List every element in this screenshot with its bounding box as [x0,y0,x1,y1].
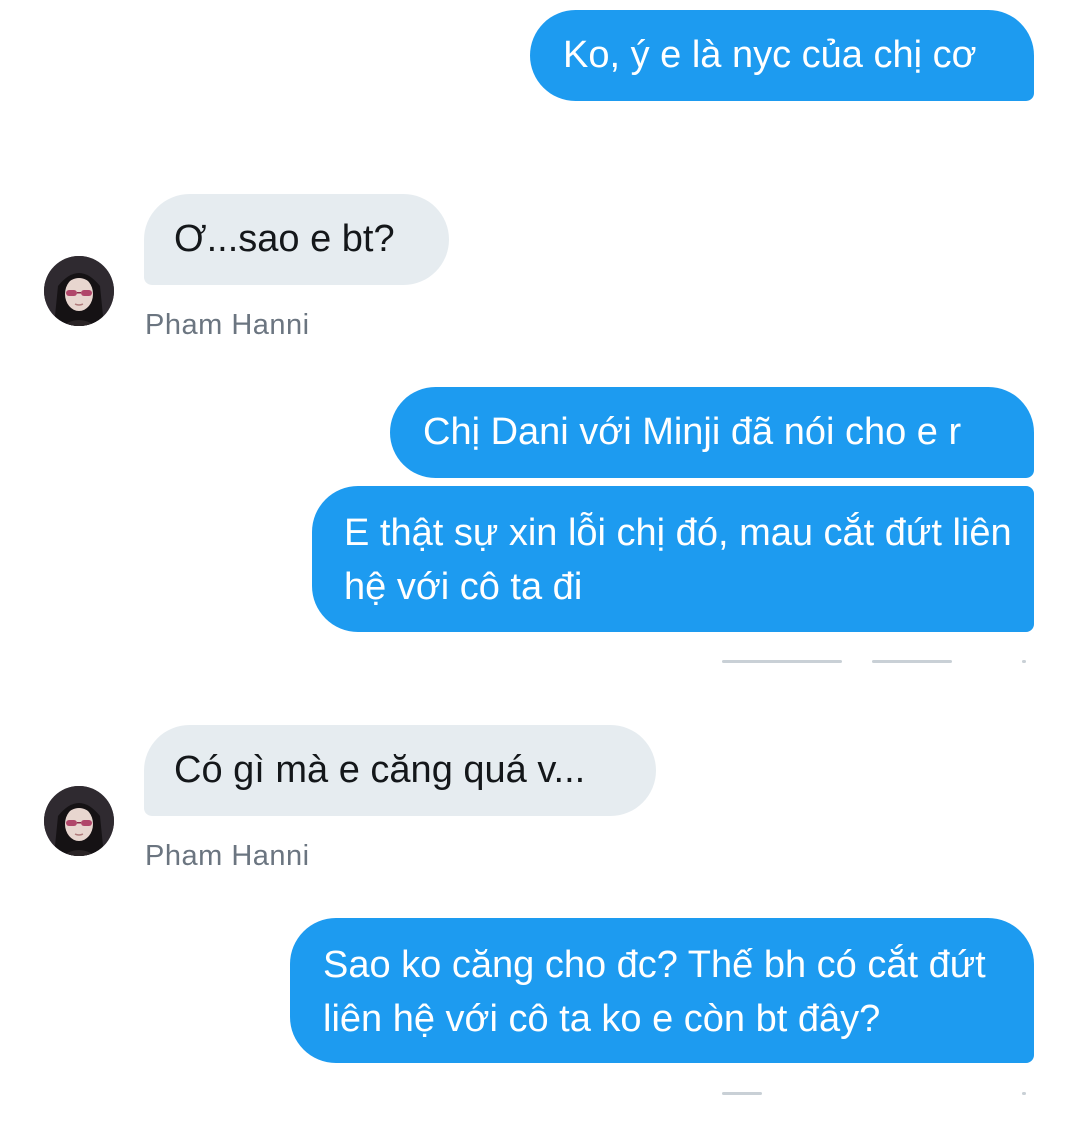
message-text: Ơ...sao e bt? [174,218,395,260]
sender-avatar[interactable] [44,256,114,326]
message-text: E thật sự xin lỗi chị đó, mau cắt đứt li… [344,512,1012,608]
message-text: Chị Dani với Minji đã nói cho e r [423,411,962,453]
sender-avatar[interactable] [44,786,114,856]
message-text: Ko, ý e là nyc của chị cơ [563,34,977,76]
avatar-photo-icon [44,786,114,856]
message-bubble-outgoing[interactable]: Sao ko căng cho đc? Thế bh có cắt đứt li… [290,918,1034,1063]
message-bubble-outgoing[interactable]: E thật sự xin lỗi chị đó, mau cắt đứt li… [312,486,1034,632]
message-text: Có gì mà e căng quá v... [174,749,586,791]
message-bubble-outgoing[interactable]: Ko, ý e là nyc của chị cơ [530,10,1034,101]
message-timestamp-faded [722,660,1032,666]
message-bubble-outgoing[interactable]: Chị Dani với Minji đã nói cho e r [390,387,1034,478]
sender-name: Pham Hanni [145,840,310,872]
message-text: Sao ko căng cho đc? Thế bh có cắt đứt li… [323,944,986,1040]
message-timestamp-faded [722,1092,1032,1098]
message-bubble-incoming[interactable]: Ơ...sao e bt? [144,194,449,285]
sender-name: Pham Hanni [145,309,310,341]
avatar-photo-icon [44,256,114,326]
message-bubble-incoming[interactable]: Có gì mà e căng quá v... [144,725,656,816]
